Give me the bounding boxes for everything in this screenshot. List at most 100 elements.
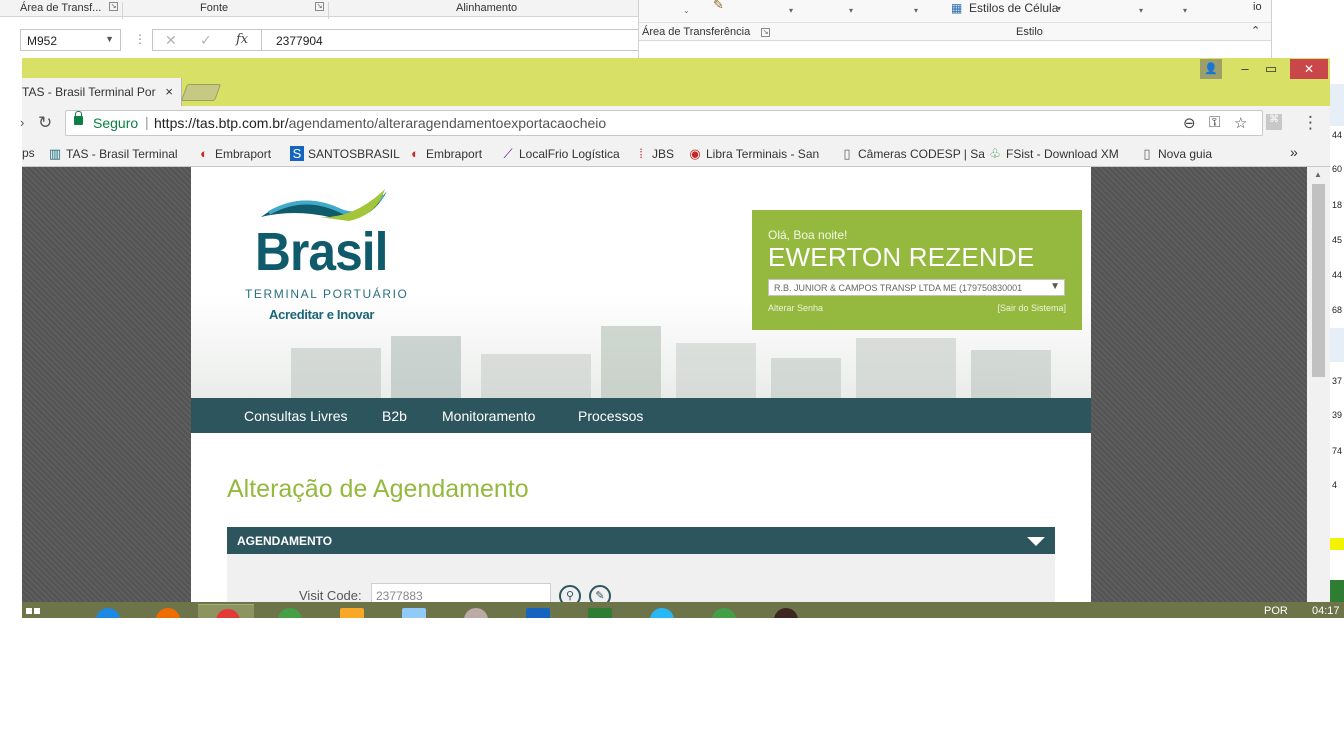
menu-icon[interactable]: ⋮ [1302, 113, 1319, 133]
page-scrollbar[interactable]: ▲ [1307, 167, 1330, 618]
browser-window: 👤 – ▭ ✕ TAS - Brasil Terminal Por × › ↻ … [20, 58, 1330, 618]
pdf-extension-icon[interactable]: ⌘ [1266, 114, 1282, 130]
scrollbar-thumb[interactable] [1312, 184, 1325, 377]
bookmark-jbs[interactable]: ⁞ JBS [634, 146, 674, 161]
close-window-button[interactable]: ✕ [1290, 59, 1328, 79]
clock[interactable]: 04:17 [1312, 605, 1340, 617]
logo-tagline: Acreditar e Inovar [269, 307, 375, 322]
taskbar-item[interactable] [632, 604, 688, 618]
cell-value: 74 [1332, 446, 1343, 456]
name-box[interactable]: M952 ▼ [20, 29, 121, 51]
bookmark-fsist[interactable]: ♧ FSist - Download XM [988, 146, 1119, 162]
agendamento-section-header[interactable]: AGENDAMENTO [227, 527, 1055, 554]
cancel-icon[interactable]: ✕ [165, 32, 177, 49]
star-icon[interactable]: ☆ [1234, 114, 1247, 132]
bookmarks-overflow-button[interactable]: » [1290, 144, 1298, 160]
page-icon: ▯ [1143, 146, 1151, 161]
language-indicator[interactable]: POR [1264, 605, 1288, 617]
dialog-launcher-icon[interactable]: ↘ [109, 2, 118, 11]
nav-item-b2b[interactable]: B2b [382, 408, 407, 424]
minimize-button[interactable]: – [1232, 59, 1258, 79]
nav-item-monitoramento[interactable]: Monitoramento [442, 408, 535, 424]
dialog-launcher-icon[interactable]: ↘ [315, 2, 324, 11]
url-host: https://tas.btp.com.br/ [154, 115, 289, 131]
bookmark-codesp[interactable]: ▯ Câmeras CODESP | Sa [840, 146, 985, 162]
cell-value: 44 [1332, 130, 1343, 140]
formula-buttons: ✕ ✓ fx [152, 29, 262, 51]
chevron-down-icon: ▾ [1057, 4, 1062, 13]
chevron-down-icon[interactable]: ⌄ [683, 6, 690, 15]
formula-input[interactable]: 2377904 [262, 29, 640, 51]
bookmark-embraport[interactable]: ◐ Embraport [197, 146, 271, 161]
chevron-down-icon[interactable]: ▾ [849, 6, 853, 15]
collapse-triangle-icon[interactable] [1027, 537, 1045, 546]
company-select[interactable]: R.B. JUNIOR & CAMPOS TRANSP LTDA ME (179… [768, 279, 1065, 296]
embraport-icon: ◐ [200, 146, 208, 161]
greeting-text: Olá, Boa noite! [768, 228, 848, 242]
bookmark-tas[interactable]: ▥ TAS - Brasil Terminal [48, 146, 178, 162]
taskbar-item[interactable] [570, 604, 626, 618]
brasil-logo[interactable]: Brasil TERMINAL PORTUÁRIO Acreditar e In… [245, 183, 415, 322]
screen: Área de Transf... ↘ Fonte ↘ Alinhamento … [0, 0, 1344, 743]
browser-tab[interactable]: TAS - Brasil Terminal Por × [22, 78, 182, 106]
tas-icon: ▥ [48, 146, 62, 161]
windows-taskbar: POR 04:17 [22, 602, 1344, 618]
bookmark-localfrio[interactable]: ⟋ LocalFrio Logística [501, 146, 619, 162]
taskbar-item[interactable] [138, 604, 194, 618]
profile-icon[interactable]: 👤 [1200, 59, 1222, 79]
taskbar-item[interactable] [446, 604, 502, 618]
bookmark-embraport-2[interactable]: ◐ Embraport [408, 146, 482, 161]
zoom-icon[interactable]: ⊖ [1183, 114, 1196, 132]
logout-link[interactable]: [Sair do Sistema] [997, 303, 1066, 313]
chevron-down-icon[interactable]: ▾ [914, 6, 918, 15]
taskbar-item[interactable] [694, 604, 750, 618]
collapse-ribbon-icon[interactable]: ⌃ [1251, 24, 1260, 37]
scroll-up-icon[interactable]: ▲ [1314, 170, 1322, 179]
taskbar-item[interactable] [322, 604, 378, 618]
ribbon-trailing-text: io [1253, 1, 1262, 13]
chevron-down-icon[interactable]: ▾ [1183, 6, 1187, 15]
dialog-launcher-icon[interactable]: ↘ [761, 28, 770, 37]
reload-icon[interactable]: ↻ [38, 113, 52, 133]
format-painter-icon[interactable]: ✎ [713, 0, 724, 13]
close-tab-icon[interactable]: × [165, 84, 173, 99]
forward-icon[interactable]: › [20, 115, 24, 130]
change-password-link[interactable]: Alterar Senha [768, 303, 823, 313]
key-icon[interactable]: ⚿ [1209, 114, 1220, 131]
cell-value: 18 [1332, 200, 1343, 210]
fsist-icon: ♧ [989, 146, 1001, 161]
chevron-down-icon[interactable]: ▼ [1048, 281, 1060, 292]
logo-subtitle: TERMINAL PORTUÁRIO [245, 287, 409, 301]
taskbar-item[interactable] [260, 604, 316, 618]
chevron-down-icon[interactable]: ▾ [1139, 6, 1143, 15]
taskbar-item[interactable] [756, 604, 812, 618]
bookmark-nova-guia[interactable]: ▯ Nova guia [1140, 146, 1212, 162]
cell-styles-icon[interactable]: ▦ [951, 1, 962, 15]
cell-styles-button[interactable]: Estilos de Célula [969, 1, 1058, 15]
taskbar-item[interactable] [384, 604, 440, 618]
maximize-button[interactable]: ▭ [1258, 59, 1284, 79]
address-bar[interactable]: Seguro | https://tas.btp.com.br/agendame… [65, 110, 1263, 136]
bookmark-apps[interactable]: ps [22, 146, 35, 160]
windows-start-icon[interactable] [26, 608, 56, 618]
taskbar-item[interactable] [508, 604, 564, 618]
url-path: agendamento/alteraragendamentoexportacao… [288, 115, 607, 131]
bookmark-santosbrasil[interactable]: S SANTOSBRASIL [290, 146, 400, 161]
bookmarks-bar: ps ▥ TAS - Brasil Terminal ◐ Embraport S SA… [22, 140, 1330, 167]
confirm-icon[interactable]: ✓ [200, 32, 212, 49]
new-tab-button[interactable] [180, 84, 222, 101]
taskbar-item[interactable] [78, 604, 134, 618]
taskbar-item-chrome[interactable] [198, 604, 254, 618]
url-text: https://tas.btp.com.br/agendamento/alter… [154, 115, 606, 131]
chevron-down-icon[interactable]: ▼ [105, 34, 114, 44]
cell-value: 68 [1332, 305, 1343, 315]
nav-item-consultas-livres[interactable]: Consultas Livres [244, 408, 348, 424]
page-viewport: Brasil TERMINAL PORTUÁRIO Acreditar e In… [22, 167, 1307, 618]
localfrio-icon: ⟋ [503, 146, 513, 161]
cell-value: 37 [1332, 376, 1343, 386]
function-icon[interactable]: fx [236, 32, 248, 47]
chevron-down-icon[interactable]: ▾ [789, 6, 793, 15]
bookmark-libra[interactable]: ◉ Libra Terminais - San [688, 146, 819, 162]
nav-item-processos[interactable]: Processos [578, 408, 643, 424]
clipboard-group-label: Área de Transferência [642, 26, 751, 38]
